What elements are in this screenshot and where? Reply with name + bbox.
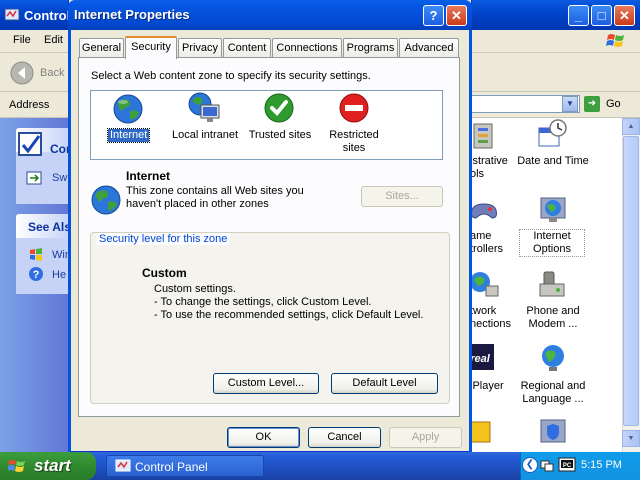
svg-text:real: real [470,353,491,365]
back-arrow-icon[interactable] [10,61,34,85]
tab-content[interactable]: Content [223,38,271,58]
control-panel-small-icon [115,459,131,472]
tab-privacy[interactable]: Privacy [178,38,222,58]
date-time-label[interactable]: Date and Time [516,155,590,168]
selected-zone-globe-icon [91,185,121,215]
control-panel-large-icon [18,132,42,156]
internet-zone-globe-icon[interactable] [112,93,144,125]
internet-options-icon[interactable] [537,194,569,226]
dialog-frame-left [68,30,71,452]
network-connections-icon[interactable] [468,268,500,300]
start-label: start [34,456,71,475]
security-level-description: Custom settings. - To change the setting… [154,283,424,321]
internet-options-label[interactable]: Internet Options [519,229,585,257]
tab-general[interactable]: General [79,38,124,58]
network-connections-label[interactable]: twork nections [470,305,511,331]
scroll-thumb[interactable] [623,136,639,426]
taskbar-button-control-panel[interactable]: Control Panel [106,455,264,477]
phone-modem-label[interactable]: Phone and Modem ... [516,305,590,331]
control-panel-icon [4,8,20,21]
see-also-title: See Als [28,220,71,234]
cancel-button[interactable]: Cancel [308,427,381,448]
tab-advanced[interactable]: Advanced [399,38,459,58]
game-controllers-icon[interactable] [468,196,500,228]
trusted-sites-check-icon[interactable] [263,92,295,124]
menu-edit[interactable]: Edit [44,34,63,46]
switch-view-link[interactable]: Sw [52,172,67,184]
dialog-frame-right [469,30,472,452]
zone-trusted-sites-label[interactable]: Trusted sites [246,129,314,142]
scroll-down-button[interactable]: ▼ [622,430,640,447]
close-button[interactable]: ✕ [614,5,635,26]
restricted-sites-icon[interactable] [338,92,370,124]
tab-security[interactable]: Security [125,36,177,59]
sites-button[interactable]: Sites... [361,186,443,207]
local-intranet-icon[interactable] [187,91,221,125]
svg-text:?: ? [33,269,40,281]
display-tray-icon[interactable]: PC [558,456,576,474]
tray-expand-icon[interactable]: ❮ [522,457,538,473]
maximize-button[interactable]: □ [591,5,612,26]
dialog-close-button[interactable]: ✕ [446,5,467,26]
game-controllers-label[interactable]: ame trollers [470,230,503,256]
address-label: Address [9,99,50,111]
start-flag-icon [8,460,25,472]
tab-connections[interactable]: Connections [272,38,342,58]
custom-level-button[interactable]: Custom Level... [213,373,319,394]
network-tray-icon[interactable] [540,458,554,472]
clock[interactable]: 5:15 PM [581,459,622,471]
selected-zone-name: Internet [126,169,171,183]
zone-restricted-sites-label[interactable]: Restricted sites [320,129,388,155]
help-link[interactable]: He [52,269,66,281]
go-arrow-icon[interactable]: ➜ [584,96,600,112]
minimize-button[interactable]: _ [568,5,589,26]
security-level-name: Custom [142,266,187,280]
address-dropdown-button[interactable]: ▼ [562,96,578,112]
taskbar-button-label: Control Panel [135,460,208,474]
phone-modem-icon[interactable] [536,268,568,300]
windows-flag-icon [606,34,624,47]
zone-internet-label[interactable]: Internet [106,128,151,143]
ok-button[interactable]: OK [227,427,300,448]
dialog-title: Internet Properties [74,7,190,22]
selected-zone-description: This zone contains all Web sites you hav… [126,185,304,210]
security-center-icon[interactable] [537,416,569,448]
start-button[interactable]: start [0,452,96,480]
help-icon: ? [29,267,43,281]
regional-language-icon[interactable] [537,342,569,374]
switch-view-icon [26,171,42,185]
admin-tools-label[interactable]: istrative ols [470,155,508,181]
security-level-legend: Security level for this zone [96,233,231,245]
svg-text:PC: PC [563,463,572,469]
system-tray [520,452,640,480]
scroll-up-button[interactable]: ▲ [622,118,640,135]
zone-instruction: Select a Web content zone to specify its… [91,70,371,82]
realplayer-label[interactable]: lPlayer [470,380,504,393]
default-level-button[interactable]: Default Level [331,373,438,394]
windows-update-icon [30,248,42,261]
zone-local-intranet-label[interactable]: Local intranet [170,129,240,142]
apply-button[interactable]: Apply [389,427,462,448]
go-button-label[interactable]: Go [606,98,621,110]
regional-language-label[interactable]: Regional and Language ... [514,380,592,406]
menu-file[interactable]: File [13,34,31,46]
date-time-icon[interactable] [536,118,568,150]
admin-tools-icon[interactable] [468,120,500,152]
tab-programs[interactable]: Programs [343,38,398,58]
back-button-label[interactable]: Back [40,67,64,79]
help-button[interactable]: ? [423,5,444,26]
dialog-titlebar[interactable]: Internet Properties ? ✕ [68,0,472,30]
